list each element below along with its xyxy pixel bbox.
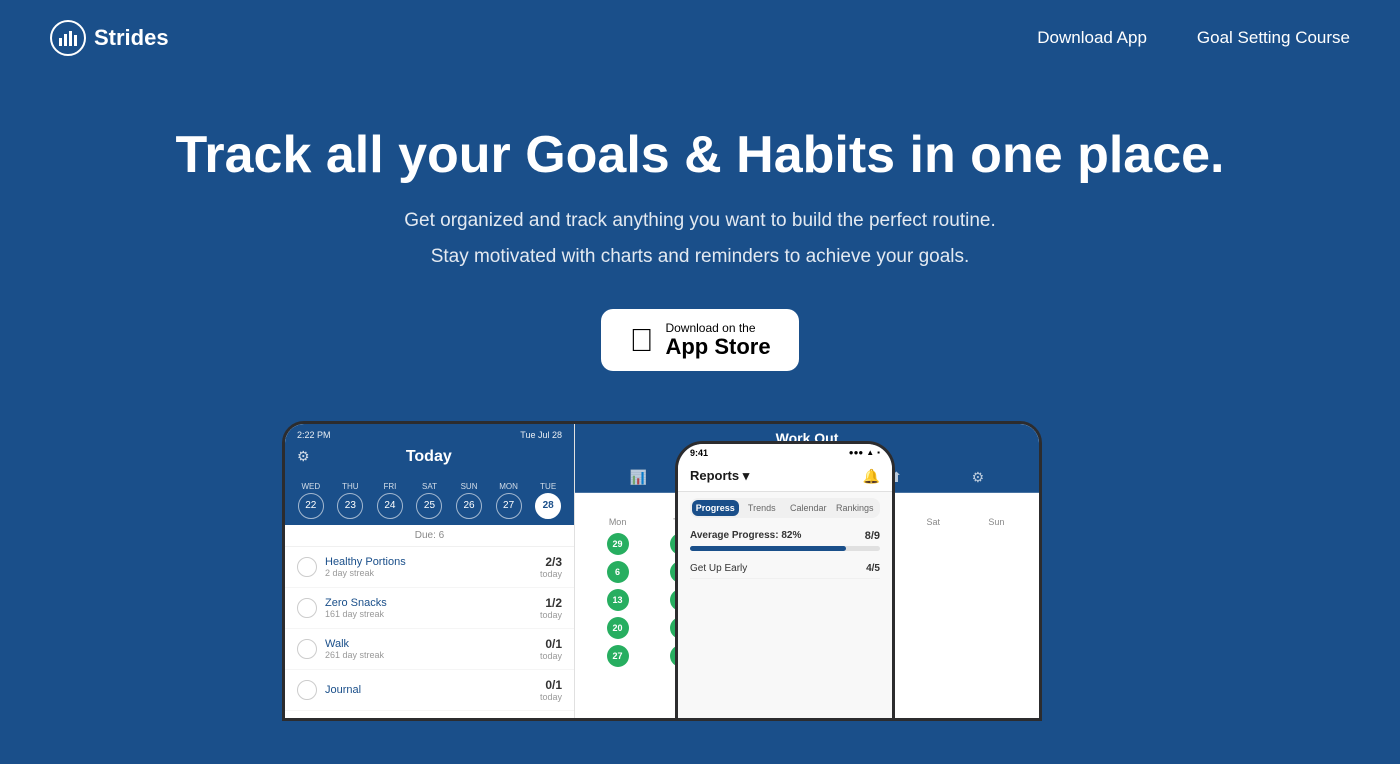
habit-name-3: Walk: [325, 638, 532, 650]
phone-time: 9:41: [690, 448, 708, 458]
habit-streak-1: 2 day streak: [325, 568, 532, 578]
tablet-status-bar: 2:22 PM Tue Jul 28: [297, 430, 562, 440]
day-sun: SUN 26: [456, 482, 482, 519]
hero-subtext-1: Get organized and track anything you wan…: [20, 206, 1380, 236]
hero-subtext-2: Stay motivated with charts and reminders…: [20, 242, 1380, 272]
phone-battery-icon: ▪: [877, 448, 880, 457]
hero-section: Track all your Goals & Habits in one pla…: [0, 76, 1400, 401]
habit-count-2: 1/2 today: [540, 596, 562, 620]
phone-habit-score-1: 4/5: [866, 563, 880, 574]
app-store-top-label: Download on the: [665, 321, 755, 335]
logo-bar-chart-icon: [58, 28, 78, 48]
day-thu: THU 23: [337, 482, 363, 519]
chart-icon[interactable]: 📊: [630, 469, 647, 486]
phone-screen: 9:41 ●●● ▲ ▪ Reports ▾ 🔔 Progress Trends…: [678, 444, 892, 718]
phone-title[interactable]: Reports ▾: [690, 468, 749, 484]
habit-info-4: Journal: [325, 684, 532, 696]
avg-progress-label: Average Progress: 82%: [690, 530, 801, 541]
habit-info-2: Zero Snacks 161 day streak: [325, 597, 532, 619]
logo[interactable]: Strides: [50, 20, 169, 56]
hero-headline: Track all your Goals & Habits in one pla…: [20, 126, 1380, 186]
habit-checkbox-2[interactable]: [297, 598, 317, 618]
today-title: Today: [310, 448, 548, 466]
phone-status-bar: 9:41 ●●● ▲ ▪: [678, 444, 892, 462]
tablet-time: 2:22 PM: [297, 430, 331, 440]
reports-tabs: Progress Trends Calendar Rankings: [690, 498, 880, 518]
tab-calendar[interactable]: Calendar: [785, 500, 832, 516]
app-store-bottom-label: App Store: [665, 335, 770, 359]
habit-row-2[interactable]: Zero Snacks 161 day streak 1/2 today: [285, 588, 574, 629]
phone-header: Reports ▾ 🔔: [678, 462, 892, 492]
day-mon: MON 27: [496, 482, 522, 519]
habit-streak-3: 261 day streak: [325, 650, 532, 660]
day-tue-active: TUE 28: [535, 482, 561, 519]
tablet-header: 2:22 PM Tue Jul 28 ⚙ Today: [285, 424, 574, 476]
habit-row-3[interactable]: Walk 261 day streak 0/1 today: [285, 629, 574, 670]
site-header: Strides Download App Goal Setting Course: [0, 0, 1400, 76]
main-nav: Download App Goal Setting Course: [1037, 28, 1350, 48]
tablet-screen: 2:22 PM Tue Jul 28 ⚙ Today WED 22: [285, 424, 1039, 718]
habit-name-4: Journal: [325, 684, 532, 696]
nav-goal-setting[interactable]: Goal Setting Course: [1197, 28, 1350, 48]
habit-count-3: 0/1 today: [540, 637, 562, 661]
settings-icon-right[interactable]: ⚙: [972, 469, 985, 486]
habit-row-4[interactable]: Journal 0/1 today: [285, 670, 574, 711]
due-label: Due: 6: [285, 525, 574, 547]
phone-status-right: ●●● ▲ ▪: [849, 448, 880, 457]
phone-signal-icon: ●●●: [849, 448, 864, 457]
app-store-text: Download on the App Store: [665, 321, 770, 359]
today-header: ⚙ Today: [297, 444, 562, 470]
phone-habit-row-1[interactable]: Get Up Early 4/5: [690, 559, 880, 579]
apple-icon: : [629, 324, 653, 356]
day-sat: SAT 25: [416, 482, 442, 519]
day-wed: WED 22: [298, 482, 324, 519]
habit-streak-2: 161 day streak: [325, 609, 532, 619]
phone-wifi-icon: ▲: [866, 448, 874, 457]
habit-row-1[interactable]: Healthy Portions 2 day streak 2/3 today: [285, 547, 574, 588]
avg-progress-row: Average Progress: 82% 8/9: [690, 530, 880, 542]
app-store-button[interactable]:  Download on the App Store: [601, 309, 798, 371]
devices-section: 2:22 PM Tue Jul 28 ⚙ Today WED 22: [0, 401, 1400, 721]
tab-trends[interactable]: Trends: [739, 500, 786, 516]
tablet-device: 2:22 PM Tue Jul 28 ⚙ Today WED 22: [282, 421, 1042, 721]
progress-bar-fill: [690, 546, 846, 551]
habit-checkbox-4[interactable]: [297, 680, 317, 700]
phone-header-row: Reports ▾ 🔔: [690, 468, 880, 485]
habit-checkbox-1[interactable]: [297, 557, 317, 577]
habit-checkbox-3[interactable]: [297, 639, 317, 659]
habit-name-1: Healthy Portions: [325, 556, 532, 568]
tablet-left-panel: 2:22 PM Tue Jul 28 ⚙ Today WED 22: [285, 424, 575, 718]
habit-info-3: Walk 261 day streak: [325, 638, 532, 660]
logo-text: Strides: [94, 25, 169, 51]
habit-count-1: 2/3 today: [540, 555, 562, 579]
phone-device: 9:41 ●●● ▲ ▪ Reports ▾ 🔔 Progress Trends…: [675, 441, 895, 721]
tablet-date: Tue Jul 28: [520, 430, 562, 440]
progress-bar-background: [690, 546, 880, 551]
phone-habit-name-1: Get Up Early: [690, 563, 747, 574]
tab-progress[interactable]: Progress: [692, 500, 739, 516]
avg-progress-value: 8/9: [865, 530, 880, 542]
tab-rankings[interactable]: Rankings: [832, 500, 879, 516]
habit-name-2: Zero Snacks: [325, 597, 532, 609]
settings-icon[interactable]: ⚙: [297, 448, 310, 465]
days-row: WED 22 THU 23 FRI 24 SAT 25: [285, 476, 574, 525]
logo-icon: [50, 20, 86, 56]
habit-count-4: 0/1 today: [540, 678, 562, 702]
bell-icon[interactable]: 🔔: [863, 468, 880, 485]
day-fri: FRI 24: [377, 482, 403, 519]
habit-info-1: Healthy Portions 2 day streak: [325, 556, 532, 578]
phone-content: Average Progress: 82% 8/9 Get Up Early 4…: [678, 524, 892, 585]
nav-download-app[interactable]: Download App: [1037, 28, 1147, 48]
